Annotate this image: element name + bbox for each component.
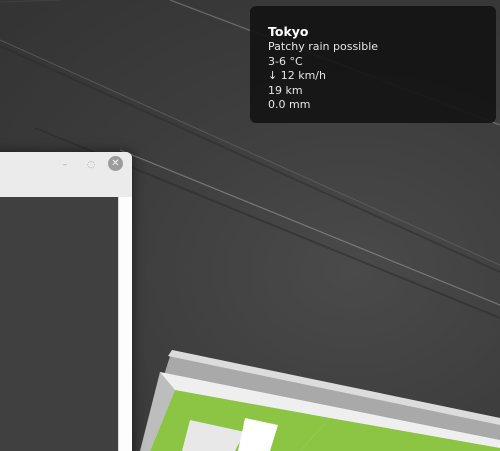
weather-precipitation: 0.0 mm [268, 98, 311, 112]
minimize-button[interactable]: – [57, 157, 73, 173]
desktop[interactable]: Tokyo Patchy rain possible 3-6 °C ↓ 12 k… [0, 0, 500, 451]
weather-city: Tokyo [268, 24, 309, 39]
close-button[interactable]: ✕ [108, 156, 123, 171]
weather-desklet: Tokyo Patchy rain possible 3-6 °C ↓ 12 k… [250, 6, 496, 123]
weather-condition: Patchy rain possible [268, 40, 379, 53]
weather-temperature: 3-6 °C [268, 54, 303, 68]
maximize-button[interactable]: ◌ [83, 157, 99, 173]
window-titlebar[interactable]: – ◌ ✕ [0, 152, 132, 197]
weather-wind: ↓ 12 km/h [268, 69, 326, 83]
weather-visibility: 19 km [268, 83, 303, 97]
window-content[interactable] [0, 197, 118, 451]
logo-graphic [140, 350, 500, 451]
window-scrollbar[interactable] [118, 197, 132, 451]
app-window[interactable]: – ◌ ✕ [0, 152, 132, 451]
